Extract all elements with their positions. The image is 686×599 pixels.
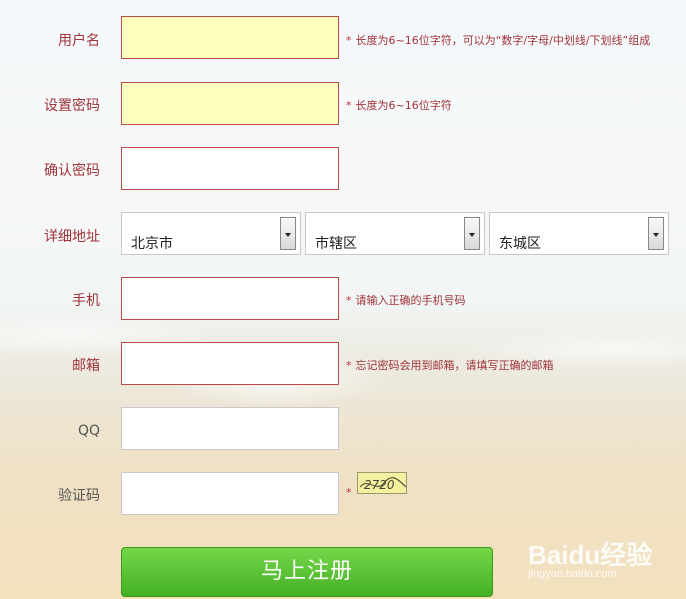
password-hint: * 长度为6~16位字符 (346, 99, 452, 112)
email-label: 邮箱 (72, 358, 100, 374)
province-select[interactable]: 北京市 (121, 212, 301, 255)
username-hint: * 长度为6~16位字符，可以为“数字/字母/中划线/下划线”组成 (346, 34, 651, 47)
district-select[interactable]: 东城区 (489, 212, 669, 255)
address-label: 详细地址 (44, 229, 100, 245)
province-value: 北京市 (131, 236, 173, 252)
phone-hint: * 请输入正确的手机号码 (346, 294, 466, 307)
phone-label: 手机 (72, 293, 100, 309)
qq-input[interactable] (121, 407, 339, 450)
phone-input[interactable] (121, 277, 339, 320)
email-input[interactable] (121, 342, 339, 385)
chevron-down-icon[interactable] (280, 217, 296, 250)
chevron-down-icon[interactable] (648, 217, 664, 250)
district-value: 东城区 (499, 236, 541, 252)
captcha-label: 验证码 (58, 488, 100, 504)
captcha-input[interactable] (121, 472, 339, 515)
captcha-code: 2720 (364, 478, 395, 492)
password-label: 设置密码 (44, 98, 100, 114)
captcha-scribble: 2720 (359, 477, 406, 492)
city-value: 市辖区 (315, 236, 357, 252)
chevron-down-icon[interactable] (464, 217, 480, 250)
email-hint: * 忘记密码会用到邮箱，请填写正确的邮箱 (346, 359, 554, 372)
confirm-password-label: 确认密码 (44, 163, 100, 179)
baidu-watermark: Baidu经验 jingyan.baidu.com (528, 535, 652, 580)
background-foam (0, 290, 686, 440)
watermark-text: Baidu经验 (528, 540, 653, 570)
qq-label: QQ (77, 423, 100, 439)
username-input[interactable] (121, 16, 339, 59)
captcha-required-star: * (346, 486, 352, 499)
confirm-password-input[interactable] (121, 147, 339, 190)
password-input[interactable] (121, 82, 339, 125)
register-button[interactable]: 马上注册 (121, 547, 493, 597)
city-select[interactable]: 市辖区 (305, 212, 485, 255)
username-label: 用户名 (58, 33, 100, 49)
captcha-image[interactable]: 2720 (357, 472, 407, 494)
